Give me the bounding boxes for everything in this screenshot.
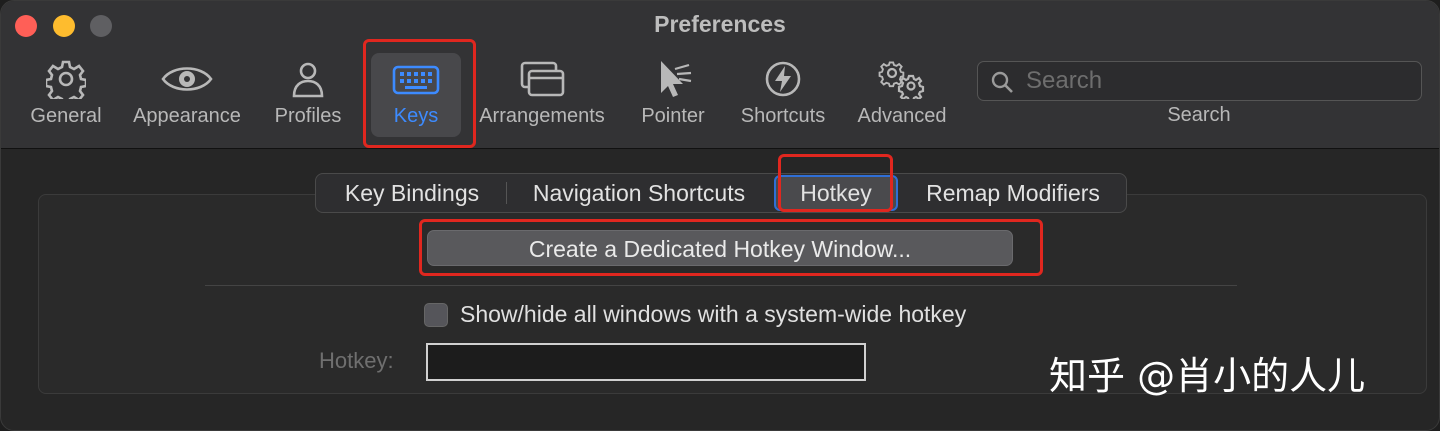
tab-remap-modifiers[interactable]: Remap Modifiers (908, 174, 1118, 212)
windows-icon (520, 61, 565, 97)
tab-key-bindings[interactable]: Key Bindings (324, 174, 500, 212)
toolbar-item-label: Pointer (641, 105, 705, 127)
toolbar-item-label: Shortcuts (740, 105, 826, 127)
tab-divider (506, 182, 507, 204)
person-icon (292, 62, 324, 98)
gears-icon (878, 61, 925, 99)
divider (205, 285, 1237, 286)
eye-icon (161, 67, 213, 91)
toolbar-item-advanced[interactable]: Advanced (853, 59, 951, 139)
toolbar-item-shortcuts[interactable]: Shortcuts (735, 59, 831, 139)
toolbar-item-profiles[interactable]: Profiles (267, 59, 349, 139)
toolbar-item-appearance[interactable]: Appearance (127, 59, 247, 139)
toolbar-item-arrangements[interactable]: Arrangements (475, 59, 609, 139)
create-hotkey-window-button[interactable]: Create a Dedicated Hotkey Window... (427, 230, 1013, 266)
toolbar-item-label: Keys (393, 105, 439, 127)
watermark-text: 知乎 @肖小的人儿 (1049, 354, 1366, 398)
toolbar-item-label: Profiles (274, 105, 342, 127)
tab-hotkey[interactable]: Hotkey (774, 175, 898, 211)
bolt-icon (765, 61, 801, 97)
show-hide-windows-checkbox[interactable] (424, 303, 448, 327)
checkbox-label: Show/hide all windows with a system-wide… (460, 301, 967, 327)
tab-bar: Key Bindings Navigation Shortcuts Hotkey… (315, 173, 1127, 213)
keyboard-icon (392, 65, 440, 95)
toolbar-item-label: Appearance (133, 105, 241, 127)
search-icon (991, 71, 1013, 93)
toolbar-item-pointer[interactable]: Pointer (631, 59, 715, 139)
gear-icon (46, 60, 86, 99)
toolbar-item-keys[interactable]: Keys (371, 53, 461, 137)
search-input[interactable] (1026, 66, 1406, 96)
toolbar-item-general[interactable]: General (23, 59, 109, 139)
toolbar: Preferences General Appearance Profiles … (1, 1, 1439, 149)
preferences-window: Preferences General Appearance Profiles … (0, 0, 1440, 431)
window-title: Preferences (654, 11, 786, 37)
hotkey-input[interactable] (426, 343, 866, 381)
tab-navigation-shortcuts[interactable]: Navigation Shortcuts (512, 174, 766, 212)
search-field[interactable] (977, 61, 1422, 101)
toolbar-item-label: Arrangements (479, 105, 605, 127)
hotkey-label: Hotkey: (319, 348, 394, 373)
toolbar-item-label: Advanced (857, 105, 947, 127)
toolbar-item-label: General (30, 105, 102, 127)
pointer-icon (661, 61, 692, 97)
search-label: Search (1167, 104, 1231, 126)
